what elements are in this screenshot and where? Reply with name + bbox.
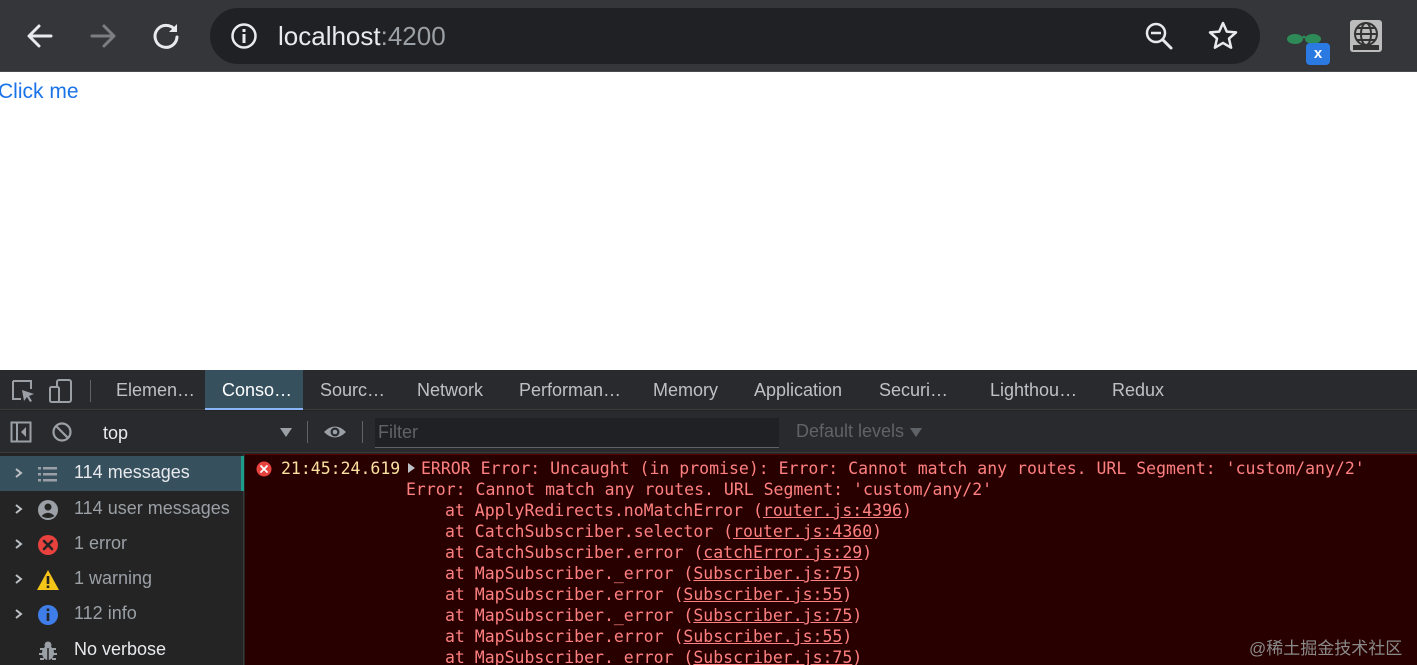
error-message: ERROR Error: Uncaught (in promise): Erro… [421, 459, 1365, 478]
reload-button[interactable] [142, 12, 190, 60]
stack-frame: at CatchSubscriber.error (catchError.js:… [445, 543, 873, 562]
context-value: top [103, 423, 129, 443]
sidebar-item-verbose[interactable]: No verbose [0, 633, 244, 665]
forward-arrow-icon [90, 24, 116, 48]
sidebar-item-errors[interactable]: 1 error [0, 527, 244, 562]
message-timestamp: 21:45:24.619 [281, 459, 401, 478]
device-toolbar-icon[interactable] [48, 378, 74, 404]
sidebar-item-label: 114 messages [74, 462, 190, 482]
clear-console-icon[interactable] [51, 421, 73, 443]
tab-elements[interactable]: Elemen… [116, 370, 195, 410]
sidebar-item-user-messages[interactable]: 114 user messages [0, 492, 244, 527]
source-link[interactable]: router.js:4396 [763, 501, 902, 520]
tab-network[interactable]: Network [417, 370, 483, 410]
devtools-panel: Elemen… Conso… Sourc… Network Performan…… [0, 370, 1417, 665]
chevron-right-icon [15, 609, 23, 619]
toolbar-divider-2 [362, 421, 363, 443]
user-icon [38, 500, 58, 520]
stack-frame: at CatchSubscriber.selector (router.js:4… [445, 522, 883, 541]
source-link[interactable]: Subscriber.js:75 [693, 564, 852, 583]
chevron-right-icon [15, 574, 23, 584]
zoom-icon[interactable] [1144, 21, 1174, 51]
stack-frame: at MapSubscriber.error (Subscriber.js:55… [445, 627, 853, 646]
globe-extension-icon[interactable] [1349, 19, 1383, 53]
error-message-icon [256, 461, 272, 477]
tab-sources[interactable]: Sourc… [320, 370, 385, 410]
stack-frame: at MapSubscriber._error (Subscriber.js:7… [445, 564, 863, 583]
source-link[interactable]: router.js:4360 [733, 522, 872, 541]
sidebar-item-label: 114 user messages [74, 498, 230, 518]
url-host: localhost [278, 21, 381, 51]
tab-console[interactable]: Conso… [205, 370, 303, 410]
sidebar-item-label: 112 info [74, 603, 137, 623]
levels-arrow-icon [910, 427, 923, 437]
site-info-icon[interactable] [230, 22, 258, 50]
watermark: @稀土掘金技术社区 [1249, 639, 1403, 658]
dropdown-arrow-icon [280, 428, 292, 437]
sidebar-item-info[interactable]: 112 info [0, 597, 244, 632]
tab-memory[interactable]: Memory [653, 370, 718, 410]
source-link[interactable]: Subscriber.js:75 [693, 606, 852, 625]
inspect-element-icon[interactable] [10, 378, 36, 404]
tab-redux[interactable]: Redux [1112, 370, 1164, 410]
source-link[interactable]: Subscriber.js:55 [683, 585, 842, 604]
log-levels-dropdown[interactable]: Default levels [796, 421, 923, 442]
chevron-right-icon [15, 504, 23, 514]
url-text: localhost:4200 [278, 21, 446, 51]
devtools-tab-bar: Elemen… Conso… Sourc… Network Performan…… [0, 370, 1417, 410]
reload-icon [153, 23, 179, 49]
error-icon [38, 535, 58, 555]
error-detail: Error: Cannot match any routes. URL Segm… [406, 480, 993, 499]
info-icon [38, 605, 58, 625]
chevron-right-icon [15, 539, 23, 549]
back-button[interactable] [16, 12, 64, 60]
bookmark-star-icon[interactable] [1207, 20, 1239, 52]
console-toolbar: top Default levels [0, 411, 1417, 453]
console-sidebar: 114 messages 114 user messages 1 error 1… [0, 454, 244, 665]
log-levels-label: Default levels [796, 421, 905, 441]
tab-bar-divider [90, 380, 91, 402]
address-bar[interactable]: localhost:4200 [210, 8, 1260, 64]
toolbar-divider [307, 421, 308, 443]
show-sidebar-icon[interactable] [10, 421, 32, 443]
list-icon [38, 467, 57, 482]
expand-triangle-icon[interactable] [408, 463, 415, 473]
stack-frame: at ApplyRedirects.noMatchError (router.j… [445, 501, 912, 520]
source-link[interactable]: Subscriber.js:55 [683, 627, 842, 646]
console-output: 21:45:24.619 ERROR Error: Uncaught (in p… [245, 454, 1417, 665]
stack-frame: at MapSubscriber._error (Subscriber.js:7… [445, 606, 863, 625]
live-expression-eye-icon[interactable] [323, 421, 347, 443]
verbose-icon [39, 641, 57, 660]
sidebar-item-warnings[interactable]: 1 warning [0, 562, 244, 597]
source-link[interactable]: catchError.js:29 [703, 543, 862, 562]
tab-performance[interactable]: Performan… [519, 370, 621, 410]
stack-frame: at MapSubscriber._error (Subscriber.js:7… [445, 648, 863, 665]
url-port: :4200 [380, 21, 446, 51]
source-link[interactable]: Subscriber.js:75 [693, 648, 852, 665]
filter-input[interactable] [375, 418, 779, 448]
stack-frame: at MapSubscriber.error (Subscriber.js:55… [445, 585, 853, 604]
tab-security[interactable]: Securi… [879, 370, 948, 410]
click-me-link[interactable]: Click me [0, 80, 79, 104]
forward-button[interactable] [79, 12, 127, 60]
chevron-right-icon [15, 468, 23, 478]
tab-application[interactable]: Application [754, 370, 842, 410]
extension-badge: x [1306, 43, 1330, 65]
browser-toolbar: localhost:4200 x [0, 0, 1417, 72]
context-selector[interactable]: top [96, 417, 300, 447]
warning-icon [37, 570, 59, 590]
back-arrow-icon [27, 24, 53, 48]
tab-lighthouse[interactable]: Lighthou… [990, 370, 1077, 410]
sidebar-item-label: 1 warning [74, 568, 153, 588]
sidebar-item-messages[interactable]: 114 messages [0, 456, 244, 491]
sidebar-item-label: No verbose [74, 639, 167, 659]
page-viewport: Click me [0, 73, 1417, 370]
sidebar-item-label: 1 error [74, 533, 128, 553]
screenshot-root: localhost:4200 x Click me Elemen… Conso…… [0, 0, 1417, 665]
